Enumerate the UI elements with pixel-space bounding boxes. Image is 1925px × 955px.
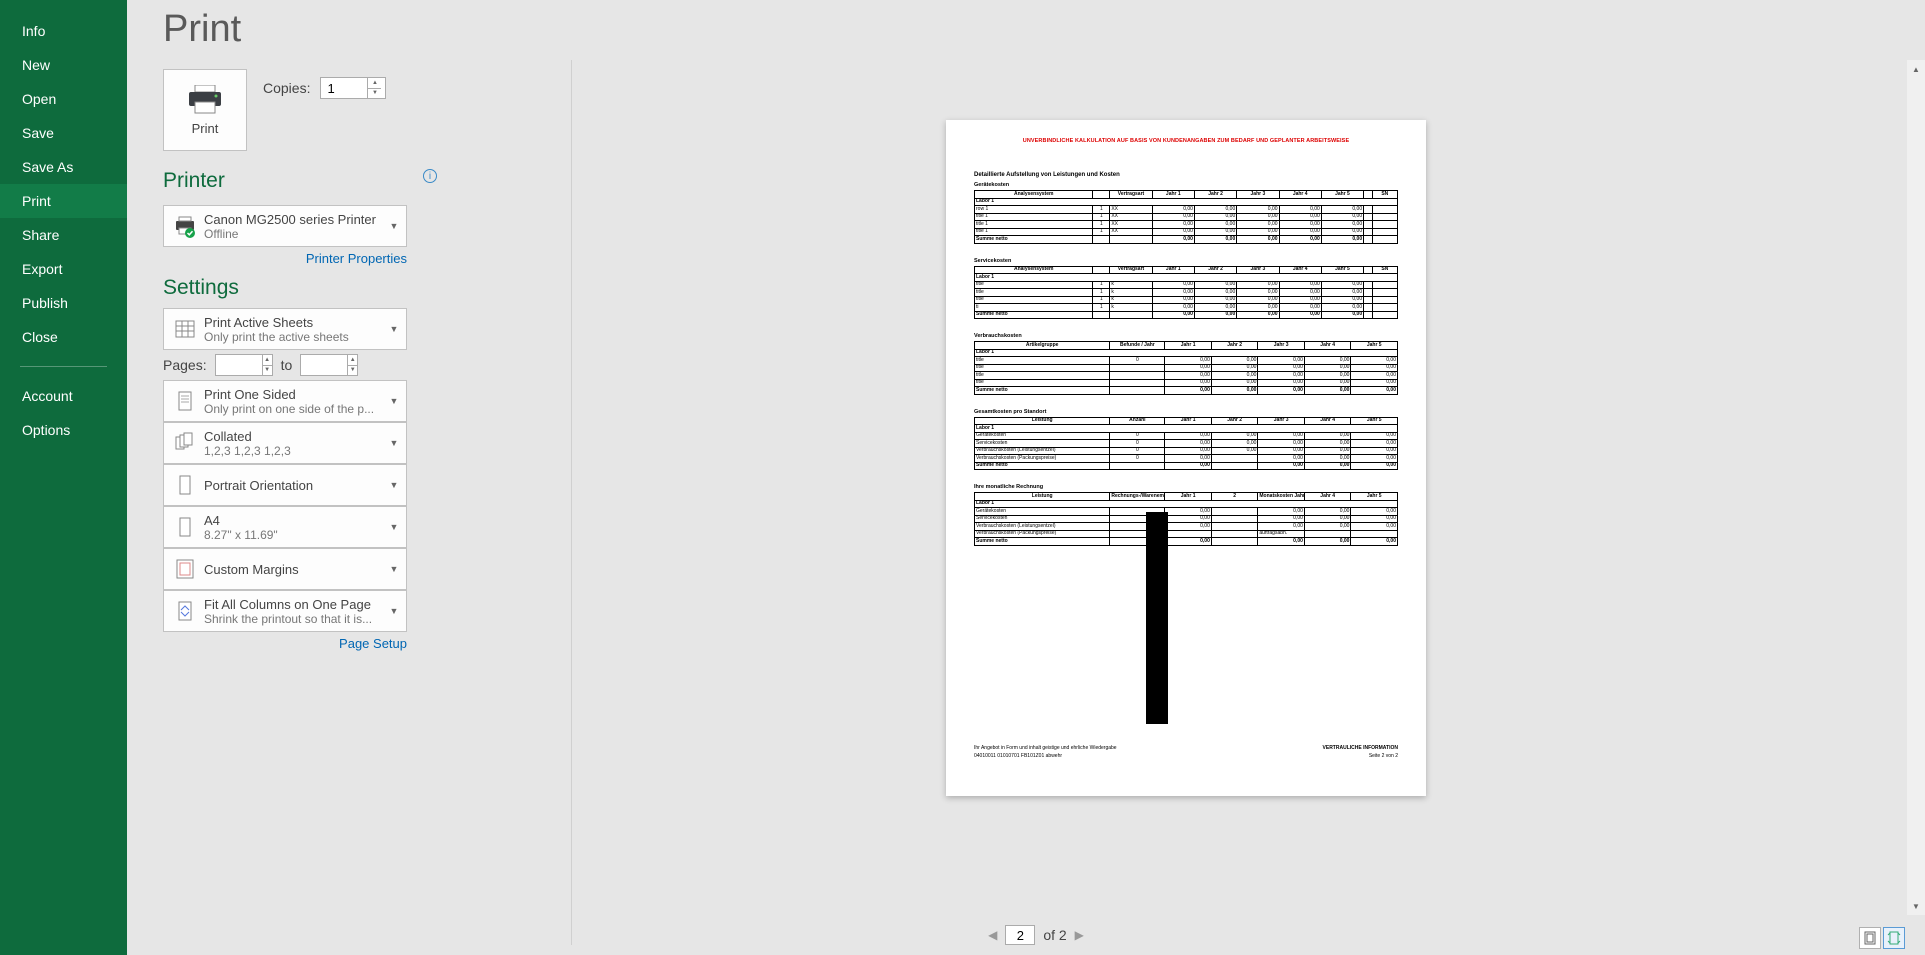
total-pages-label: of 2 — [1043, 927, 1066, 943]
paper-icon — [170, 512, 200, 542]
pages-to-up[interactable]: ▲ — [348, 355, 357, 366]
print-preview-area: UNVERBINDLICHE KALKULATION AUF BASIS VON… — [447, 0, 1925, 955]
show-margins-button[interactable] — [1859, 927, 1881, 949]
prev-page-button[interactable]: ◀ — [988, 928, 997, 942]
sidebar-item-print[interactable]: Print — [0, 184, 127, 218]
pages-from-spinner[interactable]: ▲▼ — [215, 354, 273, 376]
sidebar-divider — [20, 366, 107, 367]
pages-from-up[interactable]: ▲ — [263, 355, 272, 366]
paper-line1: A4 — [204, 513, 386, 528]
scaling-line2: Shrink the printout so that it is... — [204, 612, 386, 626]
printer-icon — [187, 85, 223, 115]
backstage-sidebar: Info New Open Save Save As Print Share E… — [0, 0, 127, 955]
sidebar-item-save[interactable]: Save — [0, 116, 127, 150]
pages-label: Pages: — [163, 357, 207, 373]
zoom-to-page-button[interactable] — [1883, 927, 1905, 949]
scroll-down-button[interactable]: ▼ — [1907, 897, 1925, 915]
printer-status: Offline — [204, 227, 386, 241]
chevron-down-icon: ▼ — [386, 324, 402, 334]
sidebar-item-share[interactable]: Share — [0, 218, 127, 252]
main-area: Print Print Copies: ▲▼ Printer i — [127, 0, 1925, 955]
pages-to-spinner[interactable]: ▲▼ — [300, 354, 358, 376]
pages-to-label: to — [281, 357, 293, 373]
printer-dropdown[interactable]: Canon MG2500 series Printer Offline ▼ — [163, 205, 407, 247]
paper-line2: 8.27" x 11.69" — [204, 528, 386, 542]
vertical-scrollbar[interactable]: ▲ ▼ — [1907, 60, 1925, 915]
settings-section-title: Settings — [163, 276, 447, 300]
collate-line2: 1,2,3 1,2,3 1,2,3 — [204, 444, 386, 458]
scaling-line1: Fit All Columns on One Page — [204, 597, 386, 612]
page-navigation: ◀ of 2 ▶ — [988, 915, 1084, 955]
sidebar-item-options[interactable]: Options — [0, 413, 127, 447]
page-preview: UNVERBINDLICHE KALKULATION AUF BASIS VON… — [946, 120, 1426, 796]
collate-dropdown[interactable]: Collated1,2,3 1,2,3 1,2,3 ▼ — [163, 422, 407, 464]
print-button[interactable]: Print — [163, 69, 247, 151]
printer-status-icon — [170, 211, 200, 241]
scaling-icon — [170, 596, 200, 626]
copies-down[interactable]: ▼ — [368, 89, 381, 99]
printer-section-title: Printer — [163, 169, 447, 193]
print-what-line1: Print Active Sheets — [204, 315, 386, 330]
paper-dropdown[interactable]: A48.27" x 11.69" ▼ — [163, 506, 407, 548]
collated-icon — [170, 428, 200, 458]
chevron-down-icon: ▼ — [386, 438, 402, 448]
chevron-down-icon: ▼ — [386, 564, 402, 574]
printer-info-icon[interactable]: i — [423, 169, 437, 183]
sided-line1: Print One Sided — [204, 387, 386, 402]
sidebar-item-new[interactable]: New — [0, 48, 127, 82]
sheets-icon — [170, 314, 200, 344]
sided-dropdown[interactable]: Print One SidedOnly print on one side of… — [163, 380, 407, 422]
printer-properties-link[interactable]: Printer Properties — [163, 251, 407, 266]
portrait-icon — [170, 470, 200, 500]
chevron-down-icon: ▼ — [386, 221, 402, 231]
print-button-label: Print — [192, 121, 219, 136]
sidebar-item-export[interactable]: Export — [0, 252, 127, 286]
copies-spinner[interactable]: ▲▼ — [320, 77, 386, 99]
page-setup-link[interactable]: Page Setup — [163, 636, 407, 651]
sidebar-item-open[interactable]: Open — [0, 82, 127, 116]
current-page-input[interactable] — [1005, 925, 1035, 945]
copies-up[interactable]: ▲ — [368, 78, 381, 89]
orientation-line1: Portrait Orientation — [204, 478, 386, 493]
sidebar-item-close[interactable]: Close — [0, 320, 127, 354]
pages-to-input[interactable] — [301, 358, 347, 373]
margins-dropdown[interactable]: Custom Margins ▼ — [163, 548, 407, 590]
print-settings-panel: Print Print Copies: ▲▼ Printer i — [127, 0, 447, 955]
chevron-down-icon: ▼ — [386, 522, 402, 532]
pages-from-input[interactable] — [216, 358, 262, 373]
pages-to-down[interactable]: ▼ — [348, 366, 357, 376]
sidebar-item-info[interactable]: Info — [0, 14, 127, 48]
next-page-button[interactable]: ▶ — [1075, 928, 1084, 942]
copies-input[interactable] — [321, 81, 367, 96]
margins-icon — [170, 554, 200, 584]
page-title: Print — [163, 8, 447, 51]
print-what-line2: Only print the active sheets — [204, 330, 386, 344]
sidebar-item-saveas[interactable]: Save As — [0, 150, 127, 184]
sidebar-item-account[interactable]: Account — [0, 379, 127, 413]
chevron-down-icon: ▼ — [386, 396, 402, 406]
print-what-dropdown[interactable]: Print Active SheetsOnly print the active… — [163, 308, 407, 350]
scaling-dropdown[interactable]: Fit All Columns on One PageShrink the pr… — [163, 590, 407, 632]
one-sided-icon — [170, 386, 200, 416]
copies-label: Copies: — [263, 80, 310, 96]
pages-from-down[interactable]: ▼ — [263, 366, 272, 376]
collate-line1: Collated — [204, 429, 386, 444]
printer-name: Canon MG2500 series Printer — [204, 212, 386, 227]
orientation-dropdown[interactable]: Portrait Orientation ▼ — [163, 464, 407, 506]
scroll-up-button[interactable]: ▲ — [1907, 60, 1925, 78]
sidebar-item-publish[interactable]: Publish — [0, 286, 127, 320]
sided-line2: Only print on one side of the p... — [204, 402, 386, 416]
margins-line1: Custom Margins — [204, 562, 386, 577]
chevron-down-icon: ▼ — [386, 606, 402, 616]
chevron-down-icon: ▼ — [386, 480, 402, 490]
